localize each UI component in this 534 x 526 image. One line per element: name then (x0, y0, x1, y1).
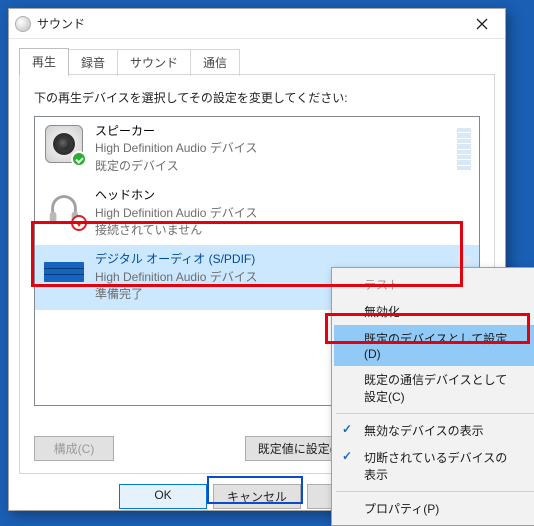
tab-strip: 再生 録音 サウンド 通信 (9, 39, 505, 74)
screenshot-frame: サウンド 再生 録音 サウンド 通信 下の再生デバイスを選択してその設定を変更し… (0, 0, 534, 519)
menu-set-default-comm[interactable]: 既定の通信デバイスとして設定(C) (334, 366, 534, 410)
tab-recording[interactable]: 録音 (68, 49, 118, 76)
device-driver: High Definition Audio デバイス (95, 269, 257, 286)
instruction-text: 下の再生デバイスを選択してその設定を変更してください: (34, 89, 480, 106)
device-driver: High Definition Audio デバイス (95, 140, 257, 157)
device-text: デジタル オーディオ (S/PDIF) High Definition Audi… (95, 251, 257, 303)
menu-show-disconnected[interactable]: 切断されているデバイスの表示 (334, 444, 534, 488)
headphone-icon (43, 187, 85, 229)
menu-test[interactable]: テスト (334, 271, 534, 298)
device-driver: High Definition Audio デバイス (95, 205, 257, 222)
menu-separator (336, 413, 534, 414)
device-name: スピーカー (95, 123, 257, 140)
spdif-icon (43, 251, 85, 293)
ok-button[interactable]: OK (119, 484, 207, 509)
device-text: ヘッドホン High Definition Audio デバイス 接続されていま… (95, 187, 257, 239)
close-icon (476, 18, 488, 30)
device-status: 準備完了 (95, 286, 257, 303)
device-text: スピーカー High Definition Audio デバイス 既定のデバイス (95, 123, 257, 175)
default-badge-icon (71, 151, 87, 167)
menu-set-default-device[interactable]: 既定のデバイスとして設定(D) (334, 325, 534, 366)
menu-disable[interactable]: 無効化 (334, 298, 534, 325)
disconnected-badge-icon (71, 215, 87, 231)
device-name: ヘッドホン (95, 187, 257, 204)
menu-properties[interactable]: プロパティ(P) (334, 495, 534, 522)
title-bar: サウンド (9, 9, 505, 39)
menu-separator (336, 491, 534, 492)
level-meter (457, 128, 471, 170)
device-name: デジタル オーディオ (S/PDIF) (95, 251, 257, 268)
app-icon (15, 16, 31, 32)
device-speaker[interactable]: スピーカー High Definition Audio デバイス 既定のデバイス (35, 117, 479, 181)
device-headphone[interactable]: ヘッドホン High Definition Audio デバイス 接続されていま… (35, 181, 479, 245)
close-button[interactable] (461, 10, 503, 38)
tab-playback[interactable]: 再生 (19, 48, 69, 75)
tab-sounds[interactable]: サウンド (117, 49, 191, 76)
menu-show-disabled[interactable]: 無効なデバイスの表示 (334, 417, 534, 444)
tab-communications[interactable]: 通信 (190, 49, 240, 76)
context-menu: テスト 無効化 既定のデバイスとして設定(D) 既定の通信デバイスとして設定(C… (331, 267, 534, 526)
speaker-icon (43, 123, 85, 165)
cancel-button[interactable]: キャンセル (213, 484, 301, 509)
device-status: 接続されていません (95, 222, 257, 239)
device-status: 既定のデバイス (95, 158, 257, 175)
configure-button[interactable]: 構成(C) (34, 436, 114, 461)
window-title: サウンド (37, 15, 461, 32)
